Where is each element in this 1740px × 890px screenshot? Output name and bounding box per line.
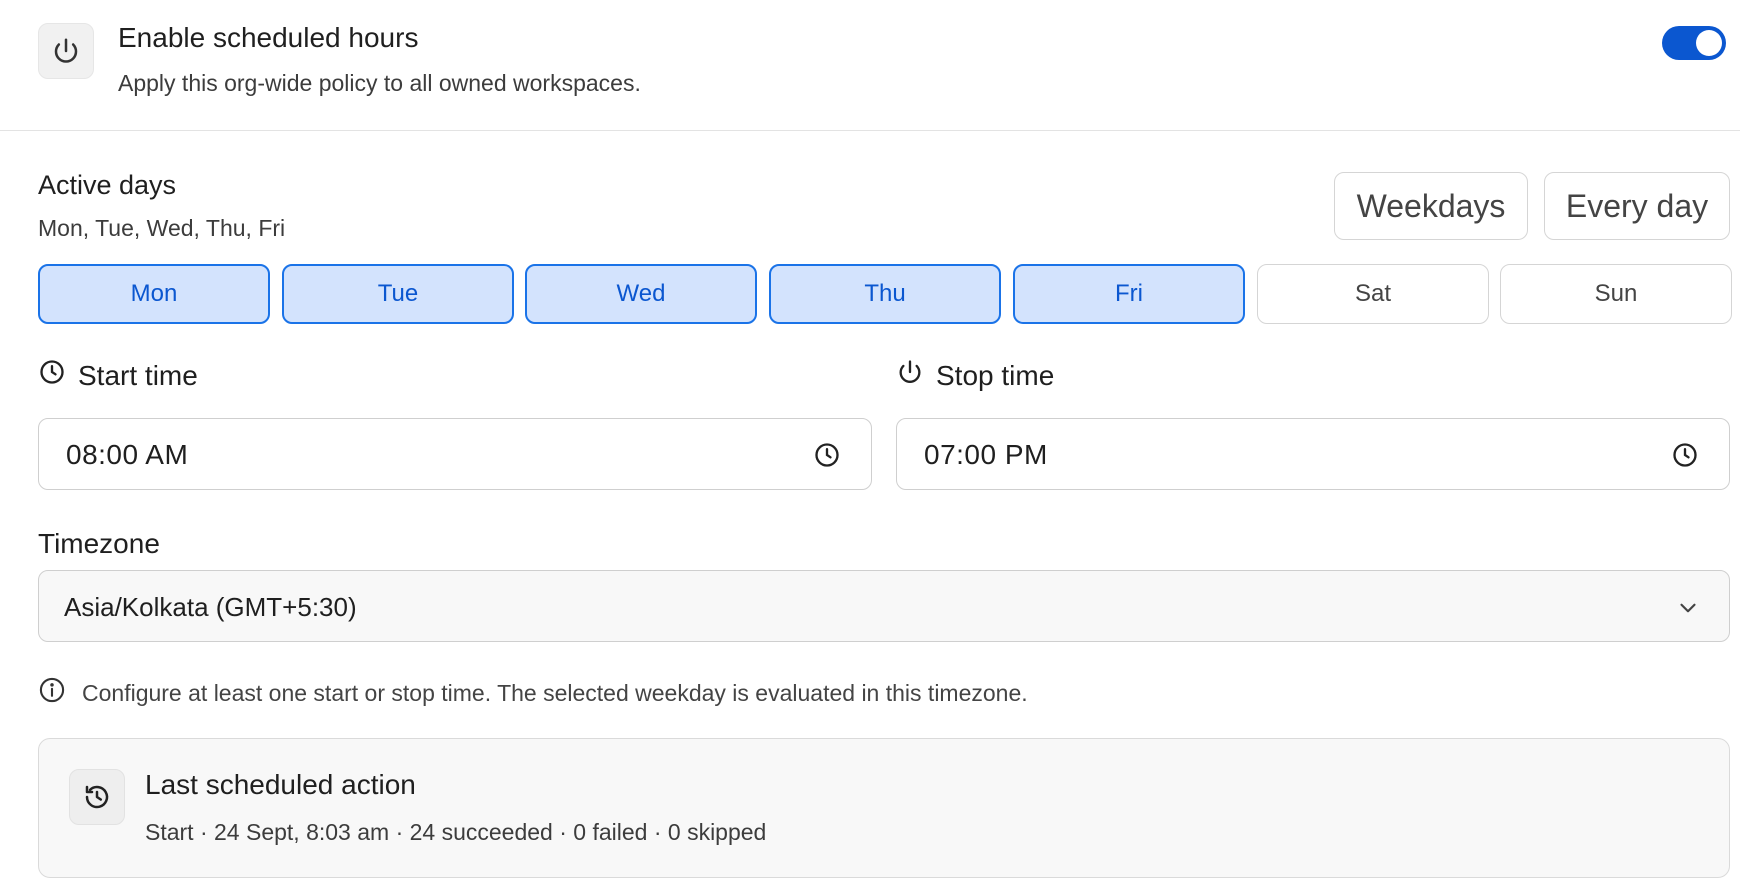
last-action-title: Last scheduled action (145, 769, 416, 800)
day-toggle-wed[interactable]: Wed (525, 264, 757, 324)
day-toggle-mon[interactable]: Mon (38, 264, 270, 324)
timezone-label: Timezone (38, 528, 160, 559)
weekdays-preset-button[interactable]: Weekdays (1334, 172, 1528, 240)
day-toggle-tue[interactable]: Tue (282, 264, 514, 324)
start-time-label: Start time (38, 358, 198, 393)
history-icon (69, 769, 125, 825)
day-toggle-sun[interactable]: Sun (1500, 264, 1732, 324)
stop-time-label-text: Stop time (936, 359, 1055, 391)
last-action-detail: Start · 24 Sept, 8:03 am · 24 succeeded … (145, 819, 767, 845)
clock-icon (38, 358, 66, 393)
every-day-preset-button[interactable]: Every day (1544, 172, 1730, 240)
last-action-card: Last scheduled action Start · 24 Sept, 8… (38, 738, 1730, 878)
timezone-select[interactable]: Asia/Kolkata (GMT+5:30) (38, 570, 1730, 642)
timezone-note: Configure at least one start or stop tim… (38, 676, 1028, 710)
stop-time-clock-icon[interactable] (1671, 441, 1699, 474)
stop-time-label: Stop time (896, 358, 1054, 393)
start-time-clock-icon[interactable] (813, 441, 841, 474)
enable-description: Apply this org-wide policy to all owned … (118, 70, 641, 96)
chevron-down-icon (1675, 595, 1701, 626)
day-toggle-thu[interactable]: Thu (769, 264, 1001, 324)
start-time-label-text: Start time (78, 359, 198, 391)
day-toggle-sat[interactable]: Sat (1257, 264, 1489, 324)
note-text: Configure at least one start or stop tim… (82, 679, 1028, 706)
enable-section: Enable scheduled hours Apply this org-wi… (0, 0, 1740, 131)
enable-title: Enable scheduled hours (118, 22, 419, 53)
stop-time-value: 07:00 PM (924, 439, 1048, 470)
power-icon (38, 23, 94, 79)
toggle-knob (1696, 30, 1722, 56)
power-icon (896, 358, 924, 393)
active-days-title: Active days (38, 170, 177, 200)
timezone-value: Asia/Kolkata (GMT+5:30) (64, 592, 357, 622)
day-toggle-fri[interactable]: Fri (1013, 264, 1245, 324)
info-icon (38, 676, 66, 710)
active-days-summary: Mon, Tue, Wed, Thu, Fri (38, 215, 286, 241)
enable-toggle[interactable] (1662, 26, 1726, 60)
start-time-input[interactable]: 08:00 AM (38, 418, 872, 490)
stop-time-input[interactable]: 07:00 PM (896, 418, 1730, 490)
start-time-value: 08:00 AM (66, 439, 189, 470)
